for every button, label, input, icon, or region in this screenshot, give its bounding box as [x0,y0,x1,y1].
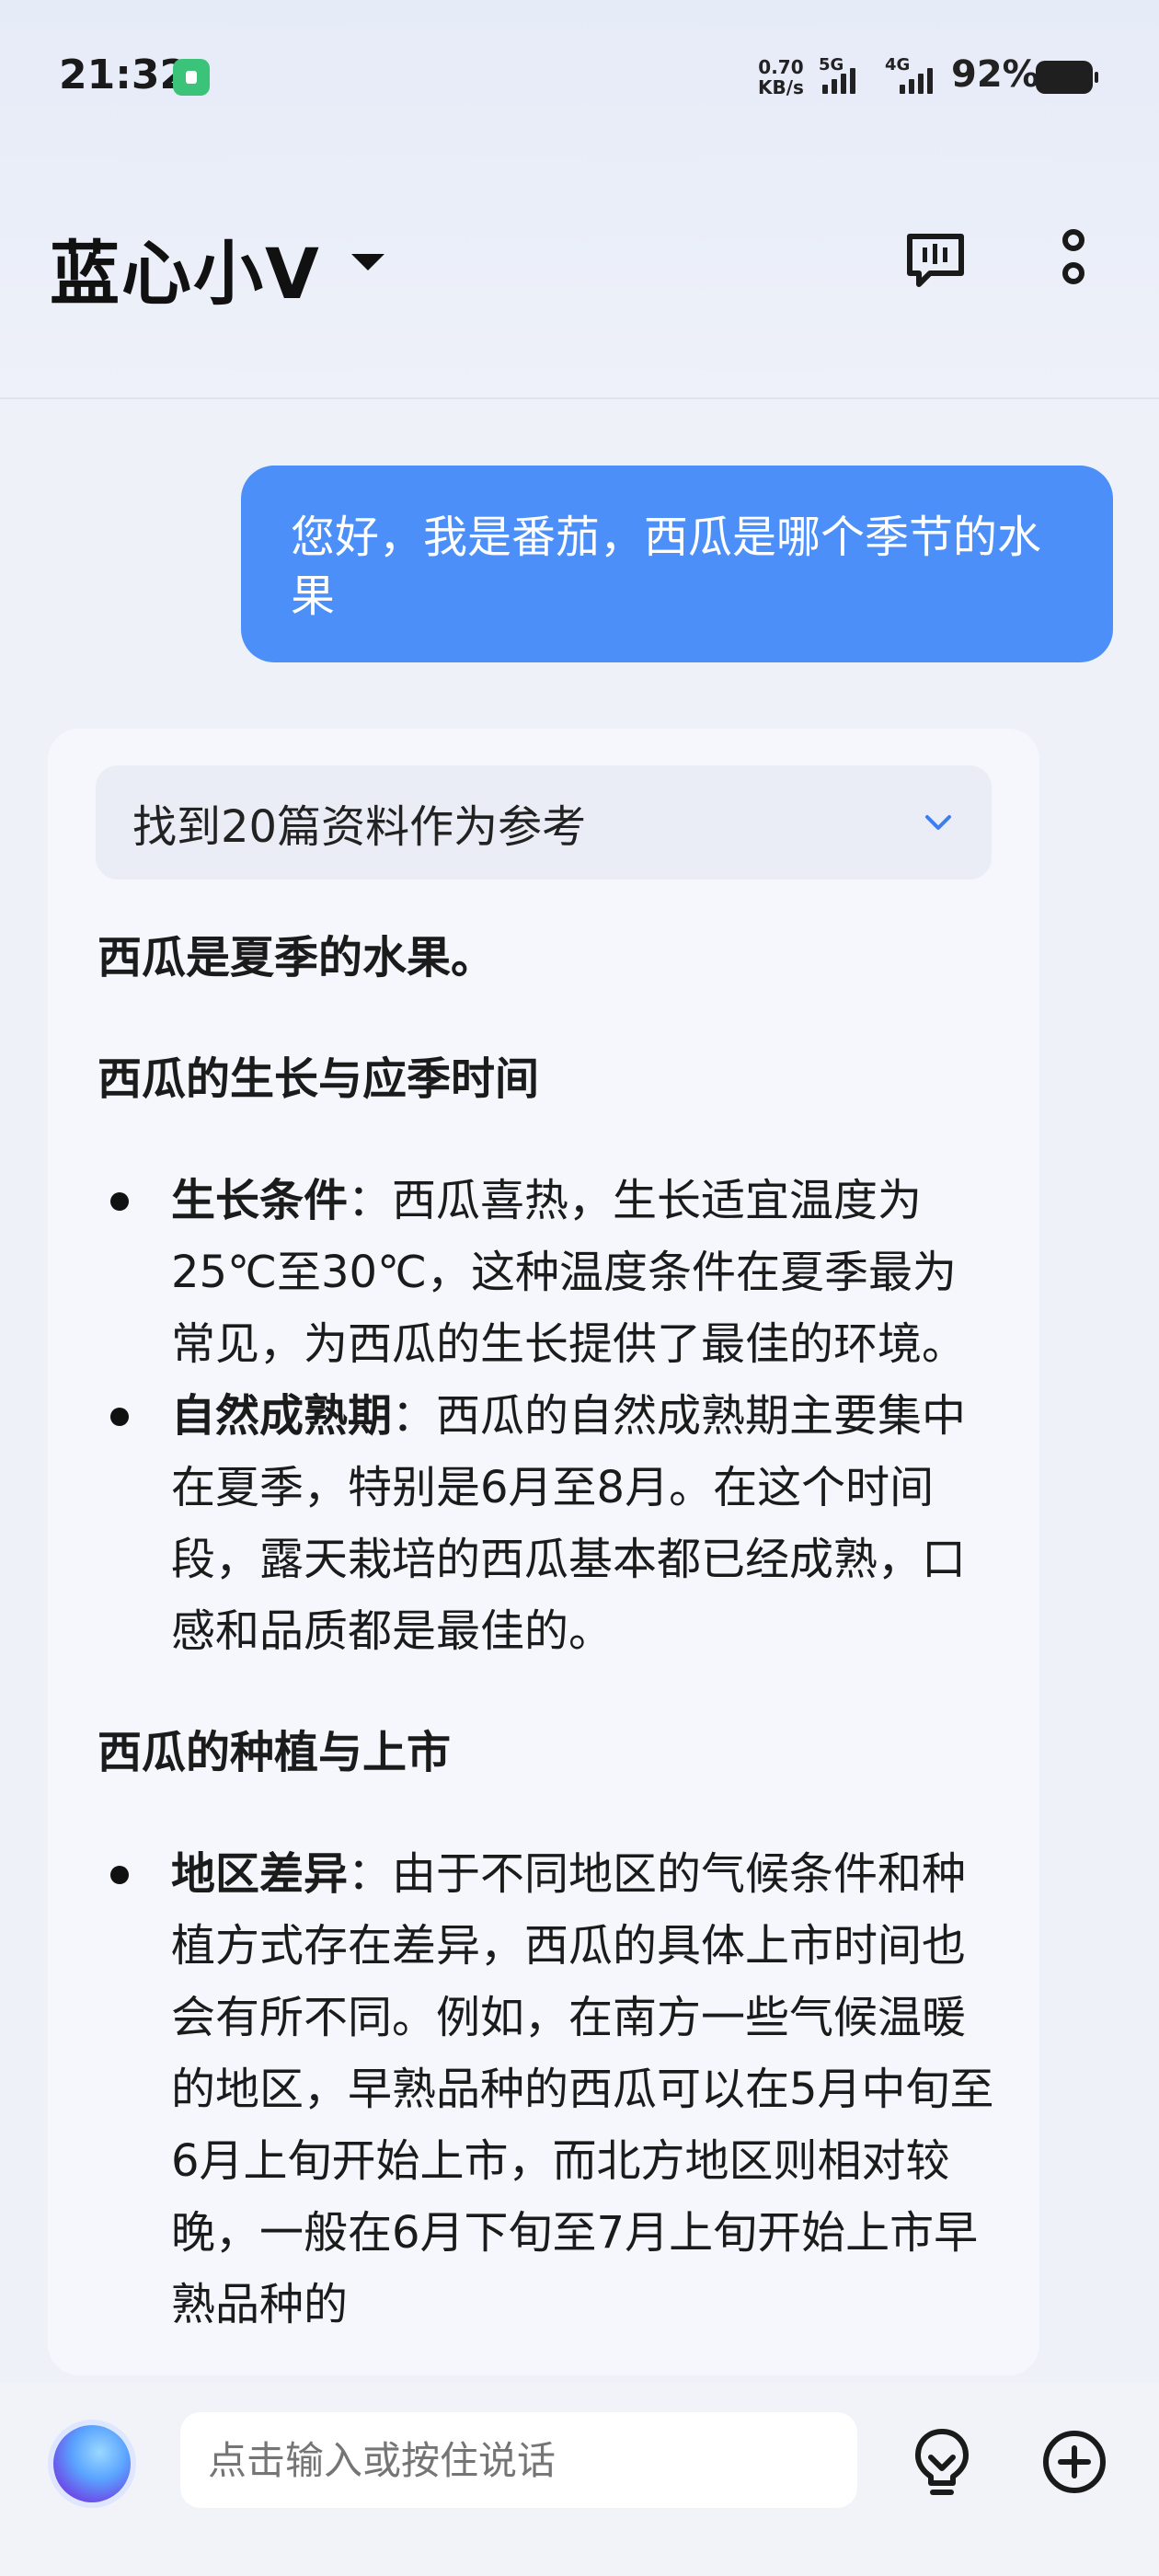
chevron-down-icon[interactable] [351,254,384,270]
bullet-list: 地区差异：由于不同地区的气候条件和种植方式存在差异，西瓜的具体上市时间也会有所不… [98,1838,999,2340]
more-vertical-icon [1062,229,1084,284]
lightbulb-icon [915,2429,969,2495]
assistant-answer-card: 找到20篇资料作为参考 西瓜是夏季的水果。 西瓜的生长与应季时间 生长条件：西瓜… [48,729,1039,2375]
list-item-separator: ： [348,1848,393,1900]
list-item-term: 地区差异 [171,1848,349,1900]
list-item-term: 生长条件 [171,1175,349,1226]
network-speed-unit: KB/s [758,76,804,98]
inspiration-button[interactable] [898,2418,986,2506]
add-circle-icon [1043,2431,1106,2493]
hotspot-icon [173,59,210,96]
section-title: 西瓜的种植与上市 [98,1727,452,1778]
chevron-down-icon [925,815,951,830]
battery-icon [1036,61,1098,94]
chat-feedback-icon [907,234,964,287]
bullet-list: 生长条件：西瓜喜热，生长适宜温度为25℃至30℃，这种温度条件在夏季最为常见，为… [98,1165,999,1667]
network-speed-value: 0.70 [758,56,804,78]
battery-percentage: 92% [951,53,1039,96]
list-item: 自然成熟期：西瓜的自然成熟期主要集中在夏季，特别是6月至8月。在这个时间段，露天… [98,1380,999,1667]
status-time: 21:32 [59,52,189,98]
references-label: 找到20篇资料作为参考 [132,801,587,853]
user-message-bubble[interactable]: 您好，我是番茄，西瓜是哪个季节的水果 [241,466,1113,662]
section-title: 西瓜的生长与应季时间 [98,1053,540,1105]
list-item-separator: ： [392,1390,437,1442]
list-item-term: 自然成熟期 [171,1390,393,1442]
list-item: 地区差异：由于不同地区的气候条件和种植方式存在差异，西瓜的具体上市时间也会有所不… [98,1838,999,2340]
add-button[interactable] [1030,2418,1119,2506]
assistant-orb-icon[interactable] [53,2425,131,2502]
chat-feedback-button[interactable] [894,221,977,304]
answer-content: 西瓜是夏季的水果。 西瓜的生长与应季时间 生长条件：西瓜喜热，生长适宜温度为25… [98,922,999,2340]
list-item-text: 由于不同地区的气候条件和种植方式存在差异，西瓜的具体上市时间也会有所不同。例如，… [171,1848,994,2330]
signal-strength-sim2-icon [900,68,933,94]
references-dropdown[interactable]: 找到20篇资料作为参考 [96,765,992,880]
list-item: 生长条件：西瓜喜热，生长适宜温度为25℃至30℃，这种温度条件在夏季最为常见，为… [98,1165,999,1380]
signal-strength-sim1-icon [822,68,855,94]
list-item-separator: ： [348,1175,393,1226]
message-input[interactable] [180,2412,857,2508]
assistant-selector[interactable]: 蓝心小V [50,217,321,318]
status-bar: 21:32 0.70 KB/s 5G 4G 92% [0,0,1159,156]
answer-summary: 西瓜是夏季的水果。 [98,932,496,983]
more-button[interactable] [1032,221,1115,304]
network-speed: 0.70 KB/s [758,57,804,98]
